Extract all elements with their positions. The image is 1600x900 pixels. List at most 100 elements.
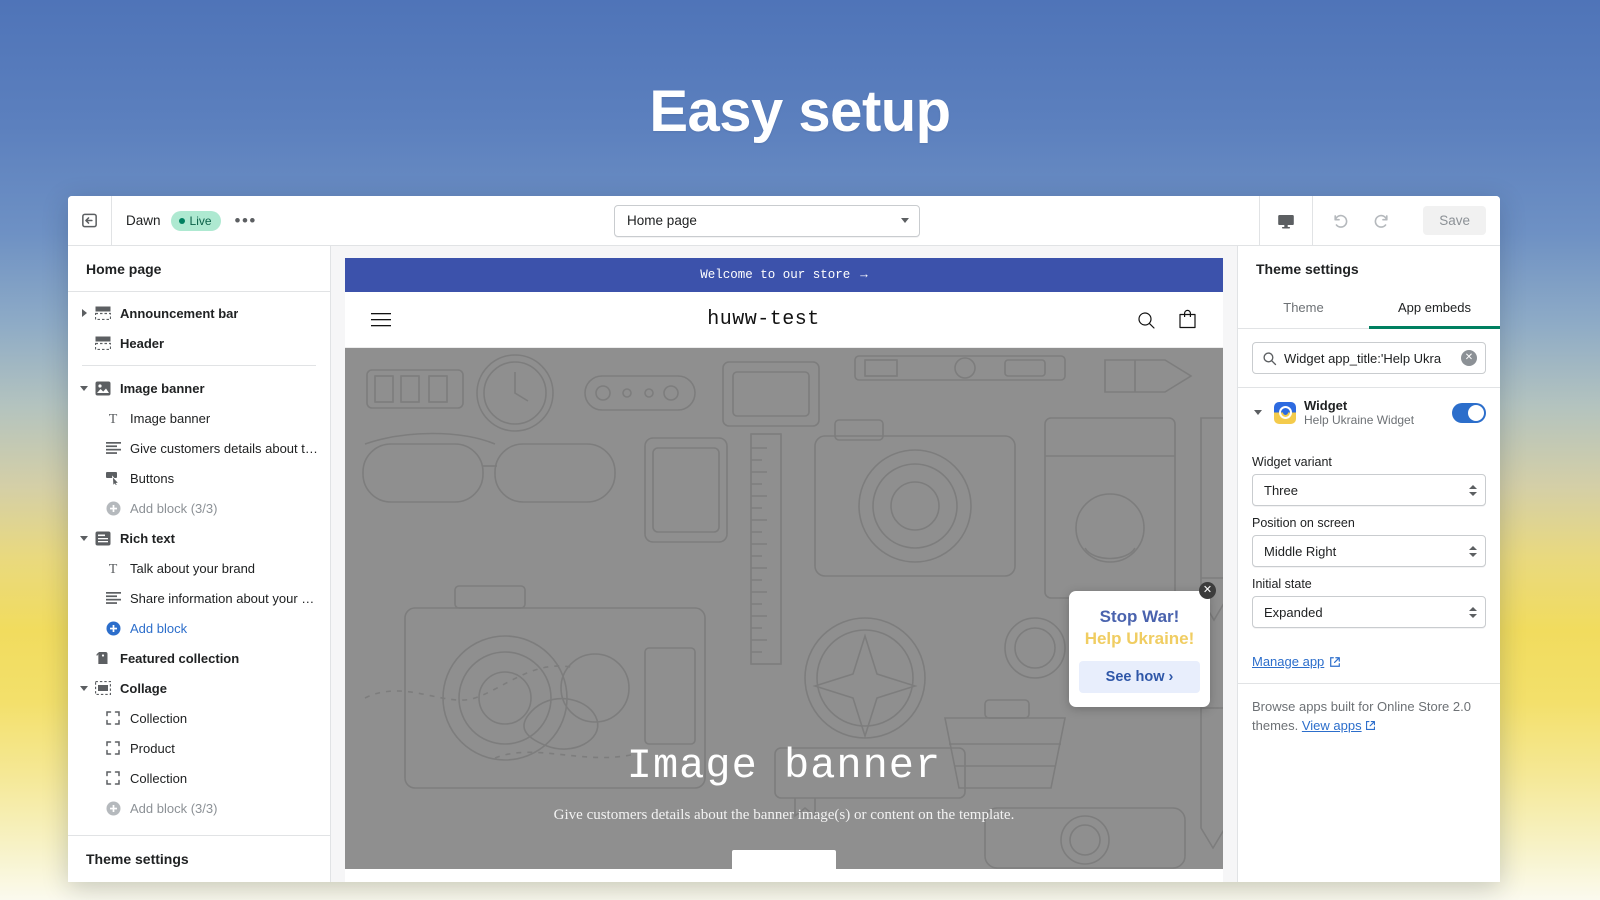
more-options-button[interactable]: •••: [231, 212, 261, 229]
theme-editor-window: Dawn Live ••• Home page Save Home page A…: [68, 196, 1500, 882]
sidebar-item-image-banner[interactable]: T Image banner: [68, 403, 330, 433]
widget-headline-2: Help Ukraine!: [1084, 629, 1195, 648]
sidebar-item-label: Product: [130, 740, 175, 756]
collage-icon: [92, 681, 114, 695]
sidebar-item-give-customers-details-about-t[interactable]: Give customers details about t…: [68, 433, 330, 463]
sidebar-item-add-block[interactable]: Add block: [68, 613, 330, 643]
sidebar-item-share-information-about-your-b[interactable]: Share information about your b…: [68, 583, 330, 613]
app-embed-toggle[interactable]: [1452, 402, 1486, 423]
sidebar-item-label: Buttons: [130, 470, 175, 486]
select-value: Three: [1264, 482, 1298, 498]
sidebar-item-buttons[interactable]: Buttons: [68, 463, 330, 493]
view-apps-link[interactable]: View apps: [1302, 718, 1362, 733]
external-link-icon: [1330, 656, 1341, 667]
sidebar-item-add-block-3-3[interactable]: Add block (3/3): [68, 493, 330, 523]
hamburger-icon[interactable]: [371, 312, 391, 328]
text-icon: T: [102, 561, 124, 575]
sidebar-item-collage[interactable]: Collage: [68, 673, 330, 703]
app-embed-row: Widget Help Ukraine Widget: [1238, 387, 1500, 439]
chevron-down-icon[interactable]: [76, 385, 92, 391]
sidebar-item-collection[interactable]: Collection: [68, 703, 330, 733]
sidebar-item-label: Add block: [130, 620, 188, 636]
sidebar-item-label: Image banner: [120, 380, 205, 396]
device-preview-button[interactable]: [1259, 196, 1312, 245]
sidebar-divider: [82, 365, 316, 366]
cart-icon[interactable]: [1178, 309, 1197, 330]
announcement-bar-icon: [92, 306, 114, 320]
browse-apps-footer: Browse apps built for Online Store 2.0 t…: [1238, 683, 1500, 750]
store-header-icons: [1136, 309, 1197, 330]
app-embed-collapse-toggle[interactable]: [1250, 410, 1266, 415]
exit-editor-button[interactable]: [68, 196, 112, 245]
undo-icon[interactable]: [1329, 210, 1350, 231]
app-embed-settings: Widget variant Three Position on screen Mid…: [1238, 439, 1500, 638]
image-banner-icon: [92, 381, 114, 396]
sidebar-item-header[interactable]: Header: [68, 328, 330, 358]
sidebar-item-talk-about-your-brand[interactable]: T Talk about your brand: [68, 553, 330, 583]
page-selector-area: Home page: [275, 196, 1259, 245]
save-button[interactable]: Save: [1423, 206, 1486, 235]
chevron-down-icon[interactable]: [76, 535, 92, 541]
status-badge: Live: [170, 210, 221, 231]
chevron-right-icon[interactable]: [76, 309, 92, 317]
chevron-down-icon: [901, 218, 910, 223]
status-badge-label: Live: [189, 213, 212, 228]
see-how-button[interactable]: See how ›: [1079, 661, 1200, 693]
tab-app-embeds[interactable]: App embeds: [1369, 291, 1500, 329]
app-search-area: Widget app_title:'Help Ukra ✕: [1238, 329, 1500, 387]
sidebar-item-collection[interactable]: Collection: [68, 763, 330, 793]
sidebar-item-featured-collection[interactable]: Featured collection: [68, 643, 330, 673]
sidebar-item-label: Add block (3/3): [130, 500, 218, 516]
sidebar-item-label: Announcement bar: [120, 305, 239, 321]
app-embed-meta: Widget Help Ukraine Widget: [1304, 398, 1444, 427]
announcement-bar[interactable]: Welcome to our store →: [345, 258, 1223, 292]
sidebar-item-product[interactable]: Product: [68, 733, 330, 763]
page-select[interactable]: Home page: [614, 204, 921, 237]
field-label: Initial state: [1252, 577, 1312, 591]
sidebar-item-announcement-bar[interactable]: Announcement bar: [68, 298, 330, 328]
search-input[interactable]: Widget app_title:'Help Ukra ✕: [1252, 342, 1486, 374]
select-initial-state[interactable]: Expanded: [1252, 596, 1486, 628]
sidebar-item-label: Talk about your brand: [130, 560, 256, 576]
rich-text-icon: [92, 531, 114, 546]
sidebar-item-label: Image banner: [130, 410, 211, 426]
sidebar-title: Home page: [68, 246, 330, 292]
app-embed-subtitle: Help Ukraine Widget: [1304, 413, 1415, 427]
tab-theme[interactable]: Theme: [1238, 291, 1369, 329]
svg-text:T: T: [109, 412, 118, 425]
select-position-on-screen[interactable]: Middle Right: [1252, 535, 1486, 567]
frame-icon: [102, 771, 124, 785]
storefront-preview: Welcome to our store → huww-test Image b…: [345, 258, 1223, 882]
banner-heading: Image banner: [626, 742, 942, 790]
sidebar-item-add-block-3-3[interactable]: Add block (3/3): [68, 793, 330, 823]
plus-circle-icon: [102, 501, 124, 516]
image-banner[interactable]: Image banner Give customers details abou…: [345, 348, 1223, 869]
sections-sidebar: Home page Announcement bar Header Image ba…: [68, 246, 331, 882]
manage-app-link[interactable]: Manage app: [1252, 654, 1341, 669]
sidebar-theme-settings-button[interactable]: Theme settings: [68, 835, 330, 882]
close-icon[interactable]: ✕: [1199, 582, 1216, 599]
sidebar-item-label: Rich text: [120, 530, 175, 546]
select-widget-variant[interactable]: Three: [1252, 474, 1486, 506]
select-value: Expanded: [1264, 604, 1323, 620]
chevron-down-icon[interactable]: [76, 685, 92, 691]
editor-toolbar: Dawn Live ••• Home page Save: [68, 196, 1500, 246]
text-icon: T: [102, 411, 124, 425]
clear-icon[interactable]: ✕: [1461, 350, 1477, 366]
toolbar-right: Save: [1259, 196, 1500, 245]
redo-icon[interactable]: [1372, 210, 1393, 231]
theme-settings-title: Theme settings: [1256, 261, 1359, 277]
external-link-icon: [1365, 720, 1375, 730]
sidebar-item-label: Share information about your b…: [130, 590, 320, 606]
search-input-value: Widget app_title:'Help Ukra: [1284, 350, 1442, 366]
sidebar-item-label: Featured collection: [120, 650, 240, 666]
search-icon[interactable]: [1136, 310, 1156, 330]
banner-cta-button[interactable]: [732, 850, 836, 869]
theme-settings-tabs: Theme App embeds: [1238, 291, 1500, 329]
sidebar-item-label: Collage: [120, 680, 167, 696]
stepper-arrows-icon: [1469, 606, 1477, 618]
sidebar-item-image-banner[interactable]: Image banner: [68, 373, 330, 403]
svg-text:T: T: [109, 562, 118, 575]
sidebar-item-rich-text[interactable]: Rich text: [68, 523, 330, 553]
preview-area: Welcome to our store → huww-test Image b…: [331, 246, 1237, 882]
